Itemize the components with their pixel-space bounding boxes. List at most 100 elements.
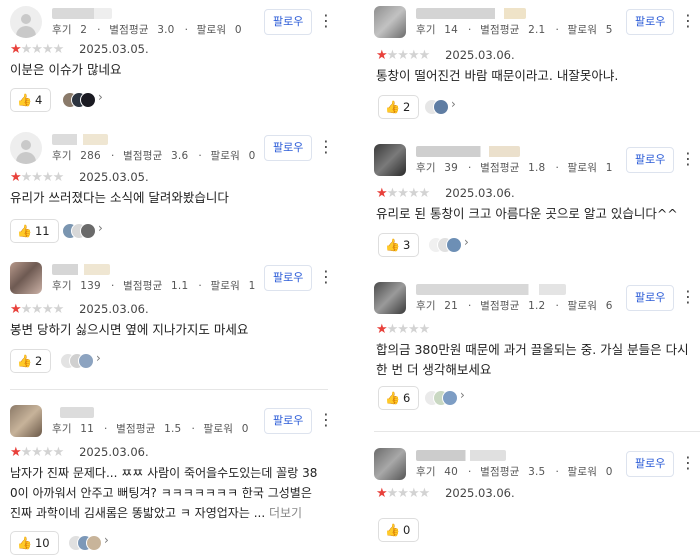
reviewer-avatar[interactable] — [374, 144, 406, 176]
reviewer-avatar[interactable] — [374, 6, 406, 38]
like-button[interactable]: 👍 6 — [378, 386, 420, 410]
thumbs-up-icon: 👍 — [385, 523, 400, 537]
chevron-right-icon: › — [98, 90, 103, 104]
reviewer-header: 후기 14 · 별점평균 2.1 · 팔로워 5 팔로우 ⋮ — [374, 6, 700, 42]
reviewer-avatar[interactable] — [10, 262, 42, 294]
follow-button[interactable]: 팔로우 — [626, 451, 675, 477]
review-item: 후기 21 · 별점평균 1.2 · 팔로워 6 팔로우 ⋮ ★★★★★ 합의금 3… — [360, 282, 700, 422]
star-rating: ★★★★★ — [376, 48, 430, 63]
review-date: 2025.03.06. — [79, 445, 149, 459]
like-button[interactable]: 👍 10 — [10, 531, 59, 555]
divider — [10, 389, 328, 390]
reviewer-name-blurred[interactable] — [52, 8, 112, 19]
review-text: 남자가 진짜 문제다... ㅉㅉ 사람이 죽어을수도있는데 꼴랑 38 0이 아… — [10, 466, 318, 520]
kebab-menu-icon[interactable]: ⋮ — [318, 137, 334, 157]
thumbs-up-icon: 👍 — [17, 93, 32, 107]
review-item: 후기 11 · 별점평균 1.5 · 팔로워 0 팔로우 ⋮ ★★★★★ 2025.… — [0, 405, 336, 555]
reviewer-header: 후기 39 · 별점평균 1.8 · 팔로워 1 팔로우 ⋮ — [374, 144, 700, 180]
review-date: 2025.03.06. — [445, 48, 515, 62]
follow-button[interactable]: 팔로우 — [626, 147, 675, 173]
star-rating: ★★★★★ — [376, 486, 430, 501]
chevron-right-icon: › — [464, 235, 469, 249]
rating-row: ★★★★★ — [376, 322, 430, 337]
kebab-menu-icon[interactable]: ⋮ — [680, 149, 696, 169]
reviewer-stats: 후기 139 · 별점평균 1.1 · 팔로워 1 — [52, 280, 256, 292]
follow-button[interactable]: 팔로우 — [264, 9, 313, 35]
kebab-menu-icon[interactable]: ⋮ — [680, 287, 696, 307]
kebab-menu-icon[interactable]: ⋮ — [318, 11, 334, 31]
like-button[interactable]: 👍 2 — [378, 95, 420, 119]
review-item: 후기 40 · 별점평균 3.5 · 팔로워 0 팔로우 ⋮ ★★★★★ 2025.… — [360, 448, 700, 555]
kebab-menu-icon[interactable]: ⋮ — [680, 453, 696, 473]
reviewer-name-blurred[interactable] — [52, 134, 108, 145]
reviewer-avatar[interactable] — [374, 282, 406, 314]
review-date: 2025.03.06. — [445, 486, 515, 500]
star-rating: ★★★★★ — [10, 445, 64, 460]
default-profile-icon[interactable] — [10, 6, 42, 38]
thumbs-up-icon: 👍 — [385, 238, 400, 252]
reviewer-header: 후기 286 · 별점평균 3.6 · 팔로워 0 팔로우 ⋮ — [10, 132, 336, 168]
rating-row: ★★★★★ 2025.03.06. — [376, 48, 515, 63]
reviewer-header: 후기 21 · 별점평균 1.2 · 팔로워 6 팔로우 ⋮ — [374, 282, 700, 318]
reviewer-stats: 후기 11 · 별점평균 1.5 · 팔로워 0 — [52, 423, 249, 435]
reviewer-header: 후기 2 · 별점평균 3.0 · 팔로워 0 팔로우 ⋮ — [10, 6, 336, 42]
chevron-right-icon: › — [451, 97, 456, 111]
review-text: 통창이 떨어진건 바람 때문이라고. 내잘못아냐. — [376, 68, 619, 83]
reviewer-name-blurred[interactable] — [416, 284, 566, 295]
review-date: 2025.03.05. — [79, 42, 149, 56]
rating-row: ★★★★★ 2025.03.06. — [10, 445, 149, 460]
review-text: 유리가 쓰러졌다는 소식에 달려와봤습니다 — [10, 190, 229, 205]
kebab-menu-icon[interactable]: ⋮ — [318, 410, 334, 430]
follow-button[interactable]: 팔로우 — [264, 408, 313, 434]
rating-row: ★★★★★ 2025.03.06. — [376, 486, 515, 501]
kebab-menu-icon[interactable]: ⋮ — [318, 267, 334, 287]
review-date: 2025.03.05. — [79, 170, 149, 184]
reviewer-name-blurred[interactable] — [52, 264, 110, 275]
thumbs-up-icon: 👍 — [17, 224, 32, 238]
reviewer-name-blurred[interactable] — [416, 146, 520, 157]
star-rating: ★★★★★ — [376, 186, 430, 201]
reviewer-name-blurred[interactable] — [416, 450, 506, 461]
chevron-right-icon: › — [460, 388, 465, 402]
divider — [374, 431, 700, 432]
reviewer-name-blurred[interactable] — [60, 407, 94, 418]
chevron-right-icon: › — [98, 221, 103, 235]
rating-row: ★★★★★ 2025.03.06. — [10, 302, 149, 317]
follow-button[interactable]: 팔로우 — [264, 135, 313, 161]
like-button[interactable]: 👍 11 — [10, 219, 59, 243]
reviewer-stats: 후기 21 · 별점평균 1.2 · 팔로워 6 — [416, 300, 613, 312]
reviewer-stats: 후기 2 · 별점평균 3.0 · 팔로워 0 — [52, 24, 242, 36]
reviewer-stats: 후기 14 · 별점평균 2.1 · 팔로워 5 — [416, 24, 613, 36]
kebab-menu-icon[interactable]: ⋮ — [680, 11, 696, 31]
review-text: 이분은 이슈가 많네요 — [10, 62, 122, 77]
reviewer-header: 후기 139 · 별점평균 1.1 · 팔로워 1 팔로우 ⋮ — [10, 262, 336, 298]
chevron-right-icon: › — [96, 351, 101, 365]
like-button[interactable]: 👍 0 — [378, 518, 420, 542]
default-profile-icon[interactable] — [10, 132, 42, 164]
thumbs-up-icon: 👍 — [17, 354, 32, 368]
review-text: 합의금 380만원 때문에 과거 끌올되는 중. 가실 분들은 다시 한 번 더… — [376, 342, 689, 377]
review-item: 후기 139 · 별점평균 1.1 · 팔로워 1 팔로우 ⋮ ★★★★★ 2025… — [0, 262, 336, 380]
star-rating: ★★★★★ — [10, 42, 64, 57]
reviewer-avatar[interactable] — [10, 405, 42, 437]
follow-button[interactable]: 팔로우 — [626, 9, 675, 35]
review-date: 2025.03.06. — [79, 302, 149, 316]
like-button[interactable]: 👍 3 — [378, 233, 420, 257]
more-link[interactable]: 더보기 — [269, 506, 302, 520]
reviewer-stats: 후기 40 · 별점평균 3.5 · 팔로워 0 — [416, 466, 613, 478]
reviewer-avatar[interactable] — [374, 448, 406, 480]
star-rating: ★★★★★ — [10, 170, 64, 185]
thumbs-up-icon: 👍 — [385, 100, 400, 114]
like-button[interactable]: 👍 2 — [10, 349, 52, 373]
review-item: 후기 39 · 별점평균 1.8 · 팔로워 1 팔로우 ⋮ ★★★★★ 2025.… — [360, 144, 700, 262]
follow-button[interactable]: 팔로우 — [264, 265, 313, 291]
rating-row: ★★★★★ 2025.03.05. — [10, 170, 149, 185]
chevron-right-icon: › — [104, 533, 109, 547]
thumbs-up-icon: 👍 — [385, 391, 400, 405]
review-item: 후기 14 · 별점평균 2.1 · 팔로워 5 팔로우 ⋮ ★★★★★ 2025.… — [360, 6, 700, 124]
follow-button[interactable]: 팔로우 — [626, 285, 675, 311]
reviewer-name-blurred[interactable] — [416, 8, 526, 19]
star-rating: ★★★★★ — [10, 302, 64, 317]
like-button[interactable]: 👍 4 — [10, 88, 52, 112]
review-text: 유리로 된 통창이 크고 아름다운 곳으로 알고 있습니다^^ — [376, 206, 678, 221]
